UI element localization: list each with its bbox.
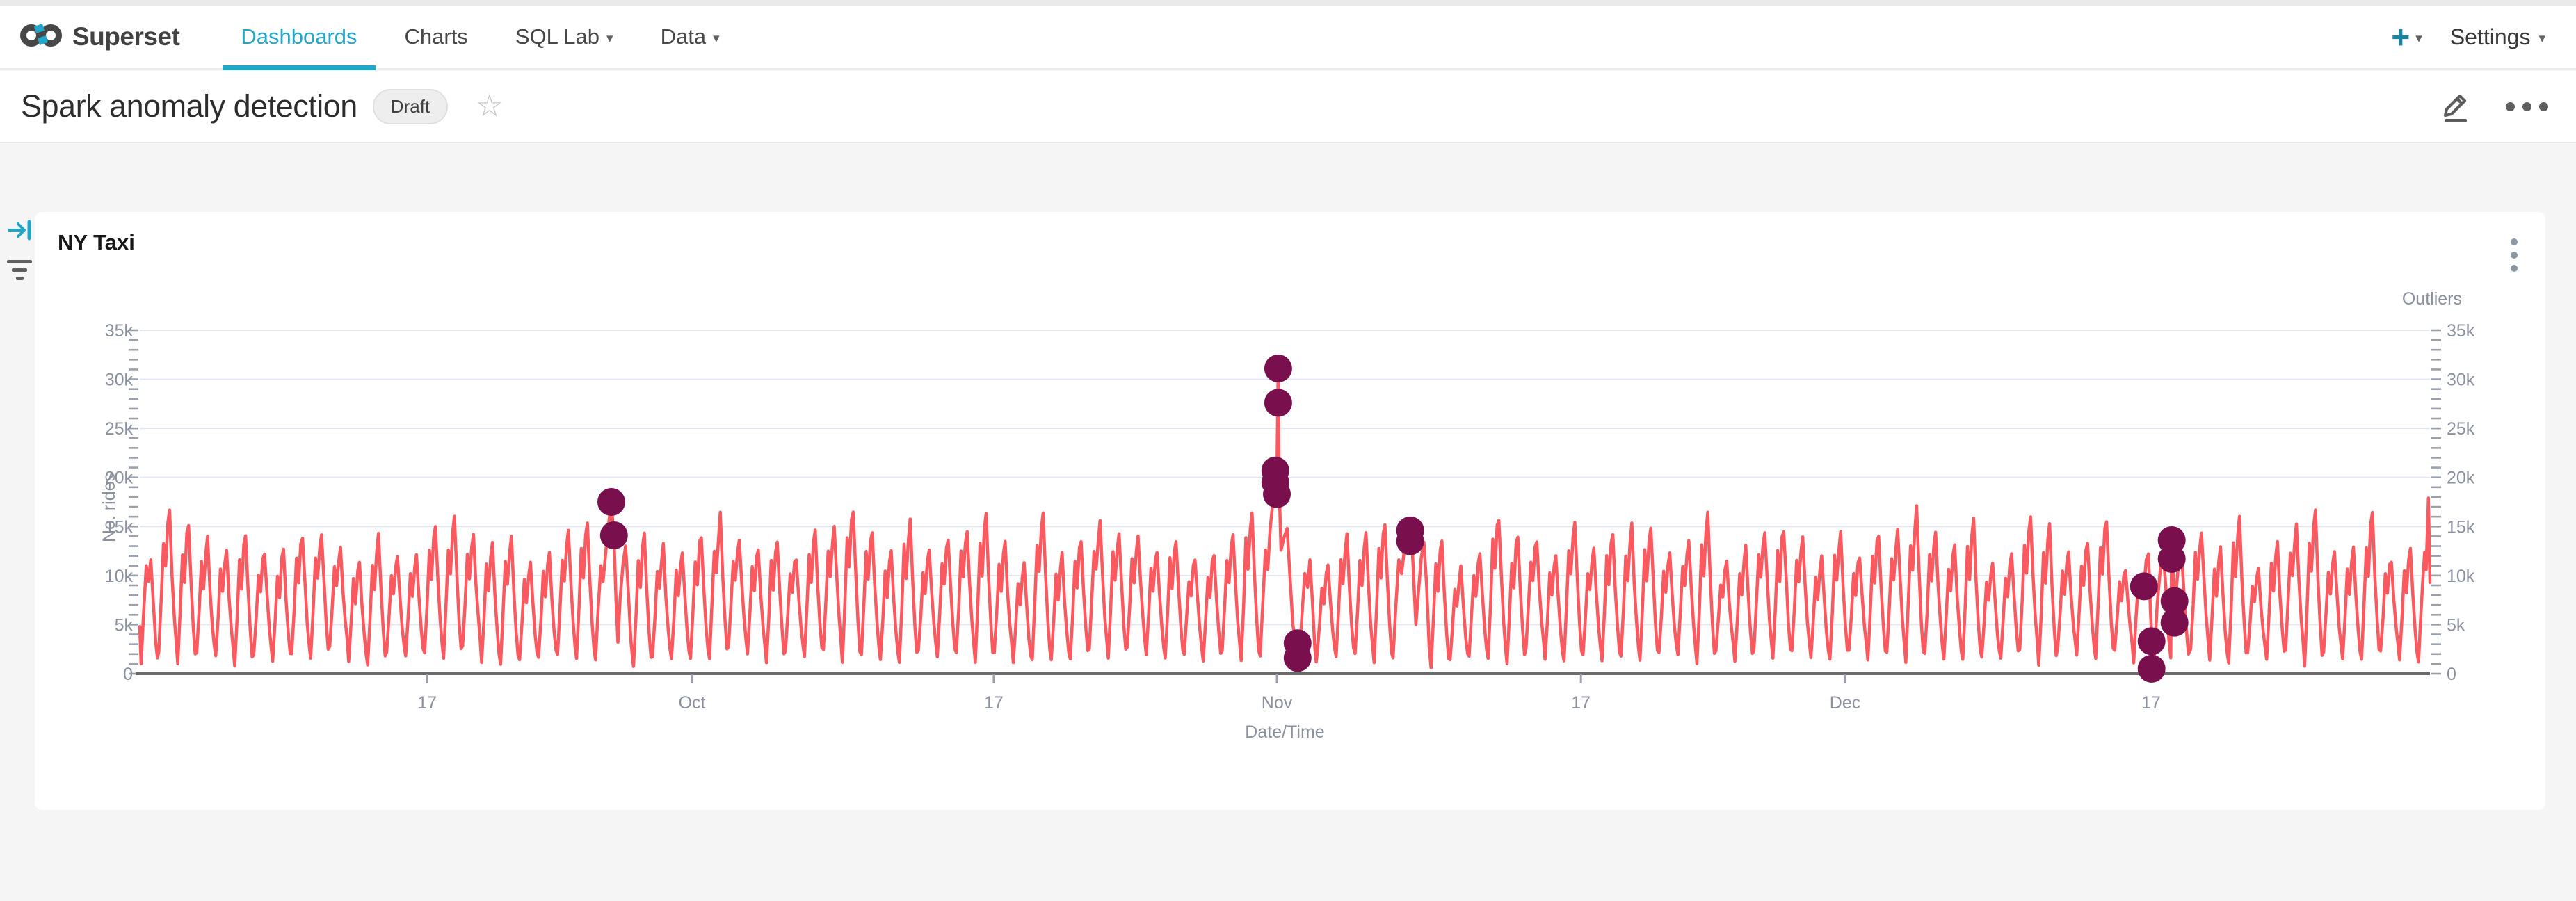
caret-down-icon: ▾ (606, 31, 613, 47)
new-item-button[interactable]: + ▾ (2380, 21, 2433, 53)
y-tick-label-left: 10k (105, 567, 134, 586)
y-tick-label-left: 0 (123, 665, 133, 684)
title-actions (2438, 87, 2548, 127)
caret-down-icon: ▾ (713, 31, 720, 47)
edit-pencil-icon[interactable] (2438, 87, 2474, 127)
outlier-point[interactable] (2138, 655, 2166, 683)
right-axis-title: Outliers (2402, 289, 2462, 309)
draft-status-badge: Draft (373, 89, 448, 124)
outlier-point[interactable] (1264, 355, 1292, 382)
x-tick-label: 17 (2141, 693, 2161, 713)
outlier-point[interactable] (1264, 389, 1292, 416)
nav-item-data[interactable]: Data ▾ (637, 5, 743, 69)
dashboard-title[interactable]: Spark anomaly detection (21, 88, 357, 124)
y-tick-label-left: 30k (105, 371, 134, 390)
y-tick-label-right: 35k (2447, 321, 2475, 341)
y-tick-label-right: 20k (2447, 469, 2475, 488)
filter-lines-icon[interactable] (7, 260, 32, 280)
caret-down-icon: ▾ (2538, 31, 2545, 47)
outlier-point[interactable] (600, 521, 628, 549)
expand-filter-panel-icon[interactable] (7, 218, 33, 245)
filter-bar-rail (0, 143, 35, 901)
x-tick-label: 17 (1571, 693, 1591, 713)
y-tick-label-right: 25k (2447, 419, 2475, 439)
chart-canvas[interactable]: 005k5k10k10k15k15k20k20k25k25k30k30k35k3… (35, 212, 2545, 810)
x-tick-label: 17 (984, 693, 1004, 713)
caret-down-icon: ▾ (2415, 31, 2422, 47)
settings-menu[interactable]: Settings ▾ (2440, 24, 2555, 50)
y-tick-label-right: 5k (2447, 615, 2465, 635)
brand-name: Superset (72, 22, 179, 51)
x-tick-label: Oct (679, 693, 706, 713)
y-tick-label-left: 25k (105, 419, 134, 439)
superset-logo[interactable]: Superset (19, 20, 179, 54)
chart-card-ny-taxi: NY Taxi 005k5k10k10k15k15k20k20k25k25k30… (35, 212, 2545, 810)
outlier-point[interactable] (597, 488, 625, 516)
nav-item-charts[interactable]: Charts (381, 5, 492, 69)
outlier-point[interactable] (1284, 644, 1312, 672)
navbar-right: + ▾ Settings ▾ (2380, 21, 2555, 53)
y-tick-label-right: 0 (2447, 665, 2456, 684)
dashboard-title-bar: Spark anomaly detection Draft ☆ (0, 71, 2576, 143)
left-axis-title: No. rides (99, 473, 119, 542)
main-nav: Dashboards Charts SQL Lab ▾ Data ▾ (217, 5, 743, 69)
y-tick-label-left: 35k (105, 321, 134, 341)
nav-item-sql-lab[interactable]: SQL Lab ▾ (492, 5, 637, 69)
superset-infinity-icon (19, 20, 63, 54)
x-tick-label: Nov (1262, 693, 1293, 713)
outlier-point[interactable] (1263, 480, 1291, 508)
ellipsis-icon[interactable] (2506, 102, 2548, 111)
x-tick-label: 17 (417, 693, 437, 713)
y-tick-label-left: 5k (115, 615, 134, 635)
nav-item-dashboards[interactable]: Dashboards (217, 5, 380, 69)
outlier-point[interactable] (2130, 572, 2158, 600)
x-tick-label: Dec (1830, 693, 1860, 713)
outlier-point[interactable] (1396, 528, 1424, 555)
y-tick-label-right: 15k (2447, 517, 2475, 537)
plus-icon: + (2391, 21, 2410, 53)
top-navbar: Superset Dashboards Charts SQL Lab ▾ Dat… (0, 6, 2576, 70)
outlier-point[interactable] (2161, 609, 2189, 637)
star-outline-icon[interactable]: ☆ (476, 91, 503, 122)
outlier-point[interactable] (2138, 627, 2166, 655)
outlier-point[interactable] (2158, 545, 2186, 573)
y-tick-label-right: 30k (2447, 371, 2475, 390)
y-tick-label-right: 10k (2447, 567, 2475, 586)
x-axis-title: Date/Time (1245, 722, 1324, 742)
